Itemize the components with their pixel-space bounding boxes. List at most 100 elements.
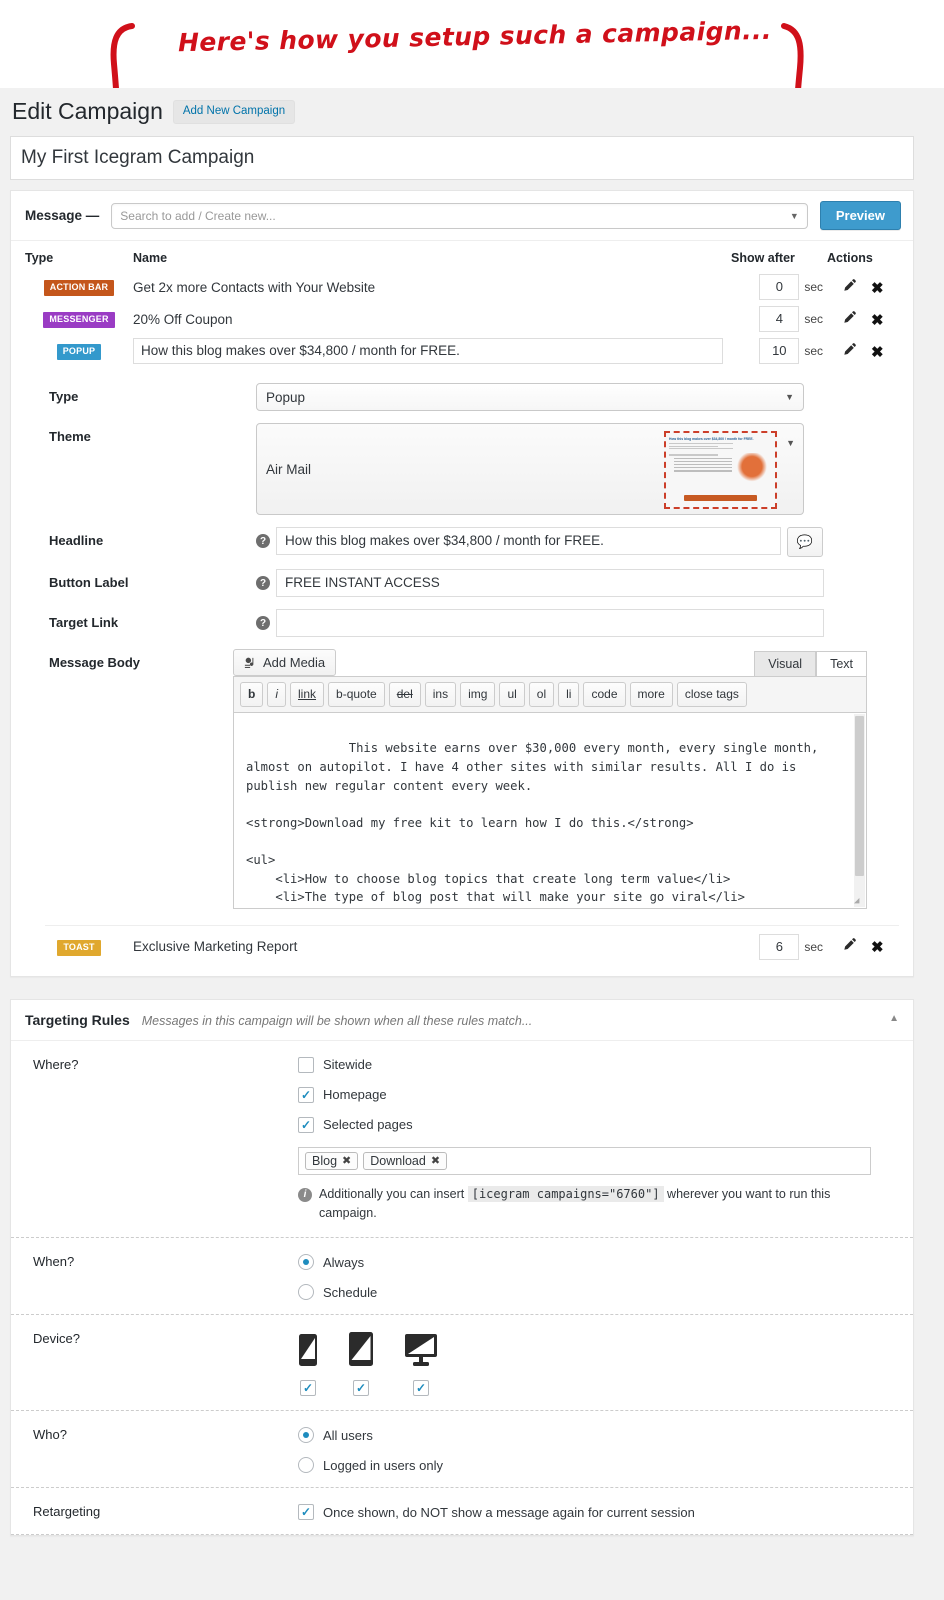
message-name[interactable]: Get 2x more Contacts with Your Website [133,280,375,295]
message-type-badge: POPUP [56,344,102,360]
shortcode-value[interactable]: [icegram campaigns="6760"] [467,1185,664,1202]
device-checkbox[interactable] [353,1380,369,1397]
rule-row-where: Where? Sitewide Homepage Selected pages … [11,1041,913,1239]
type-select-value: Popup [266,389,306,405]
radio-button[interactable] [298,1284,314,1301]
add-media-button[interactable]: Add Media [233,649,337,676]
checkbox-selected-pages[interactable]: Selected pages [298,1116,883,1133]
tab-visual[interactable]: Visual [754,651,817,676]
edit-pencil-icon[interactable] [842,342,857,360]
show-after-input[interactable]: 0 [759,274,800,300]
checkbox-box[interactable] [298,1086,314,1103]
editor-resize-handle[interactable]: ◢ [854,896,864,907]
theme-thumb-headline: How this blog makes over $34,800 / month… [669,437,754,441]
editor-scrollbar[interactable] [854,713,865,907]
headline-input[interactable]: How this blog makes over $34,800 / month… [276,527,781,555]
device-checkbox[interactable] [300,1380,316,1397]
tool-ins-button[interactable]: ins [424,682,457,707]
delete-x-icon[interactable]: ✖ [871,279,884,297]
tool-code-button[interactable]: code [583,682,626,707]
emoji-picker-icon[interactable]: 💬 [787,527,823,557]
tool-bquote-button[interactable]: b-quote [328,682,385,707]
table-row: TOAST Exclusive Marketing Report 6 sec ✖ [25,928,899,966]
where-label: Where? [33,1056,79,1072]
checkbox-homepage[interactable]: Homepage [298,1086,883,1103]
show-after-input[interactable]: 10 [759,338,800,364]
edit-pencil-icon[interactable] [842,278,857,296]
campaign-title-input[interactable]: My First Icegram Campaign [10,136,914,180]
theme-label: Theme [49,429,91,444]
messages-table-wrap: Type Name Show after Actions ACTION BAR … [11,241,913,367]
message-panel: Message — Search to add / Create new... … [10,190,914,977]
delete-x-icon[interactable]: ✖ [871,343,884,361]
target-link-label: Target Link [49,615,119,630]
add-media-label: Add Media [263,655,326,670]
device-desktop[interactable] [404,1333,438,1397]
checkbox-box[interactable] [298,1056,314,1073]
toast-table: TOAST Exclusive Marketing Report 6 sec ✖ [25,928,899,966]
tool-li-button[interactable]: li [558,682,580,707]
device-checkbox[interactable] [413,1380,429,1397]
message-name[interactable]: Exclusive Marketing Report [133,939,297,954]
device-mobile[interactable] [298,1333,318,1397]
radio-schedule[interactable]: Schedule [298,1284,883,1301]
page-tag[interactable]: Blog ✖ [305,1151,359,1170]
targeting-title: Targeting Rules [25,1011,130,1028]
headline-label: Headline [49,533,104,548]
tool-bold-button[interactable]: b [240,682,264,707]
tool-del-button[interactable]: del [388,682,421,707]
help-icon[interactable]: ? [256,534,270,548]
checkbox-box[interactable] [298,1504,314,1521]
message-type-badge: MESSENGER [43,312,115,328]
page-header: Edit Campaign Add New Campaign [10,88,930,136]
edit-pencil-icon[interactable] [842,310,857,328]
tool-link-button[interactable]: link [290,682,325,707]
radio-logged-in-users[interactable]: Logged in users only [298,1457,883,1474]
type-select[interactable]: Popup ▼ [256,383,804,411]
delete-x-icon[interactable]: ✖ [871,938,884,956]
message-label: Message — [25,208,100,223]
show-after-input[interactable]: 6 [759,933,800,960]
help-icon[interactable]: ? [256,616,270,630]
device-tablet[interactable] [348,1331,374,1397]
radio-button[interactable] [298,1457,314,1474]
selected-pages-input[interactable]: Blog ✖ Download ✖ [298,1146,871,1175]
delete-x-icon[interactable]: ✖ [871,311,884,329]
radio-button[interactable] [298,1254,314,1271]
button-label-row: Button Label ? FREE INSTANT ACCESS [11,563,913,603]
show-after-unit: sec [804,280,823,294]
radio-always[interactable]: Always [298,1254,883,1271]
collapse-toggle-icon[interactable]: ▲ [889,1013,899,1024]
message-name-input[interactable]: How this blog makes over $34,800 / month… [133,338,723,364]
theme-select[interactable]: Air Mail How this blog makes over $34,80… [256,423,804,515]
radio-button[interactable] [298,1427,314,1444]
tool-more-button[interactable]: more [629,682,673,707]
target-link-input[interactable] [276,609,824,637]
page-tag[interactable]: Download ✖ [363,1151,448,1170]
theme-row: Theme Air Mail How this blog makes over … [11,417,913,521]
tool-italic-button[interactable]: i [267,682,287,707]
tool-ol-button[interactable]: ol [528,682,555,707]
button-label-input[interactable]: FREE INSTANT ACCESS [276,569,824,597]
edit-pencil-icon[interactable] [842,937,857,955]
tool-img-button[interactable]: img [460,682,496,707]
add-new-campaign-button[interactable]: Add New Campaign [172,100,296,124]
theme-thumbnail: How this blog makes over $34,800 / month… [664,431,777,509]
editor-tabs: Visual Text [754,651,867,676]
remove-tag-x-icon[interactable]: ✖ [431,1154,440,1167]
show-after-input[interactable]: 4 [759,306,800,332]
radio-all-users[interactable]: All users [298,1427,883,1444]
help-icon[interactable]: ? [256,576,270,590]
preview-button[interactable]: Preview [819,201,901,230]
theme-thumb-illustration-icon [735,453,769,483]
checkbox-box[interactable] [298,1116,314,1133]
remove-tag-x-icon[interactable]: ✖ [342,1154,351,1167]
message-name[interactable]: 20% Off Coupon [133,312,233,327]
checkbox-retargeting[interactable]: Once shown, do NOT show a message again … [298,1504,883,1521]
message-body-textarea[interactable]: This website earns over $30,000 every mo… [233,712,867,909]
tool-ul-button[interactable]: ul [499,682,525,707]
message-search-input[interactable]: Search to add / Create new... ▼ [111,202,808,229]
tool-close-tags-button[interactable]: close tags [676,682,747,707]
tab-text[interactable]: Text [816,651,867,676]
checkbox-sitewide[interactable]: Sitewide [298,1056,883,1073]
